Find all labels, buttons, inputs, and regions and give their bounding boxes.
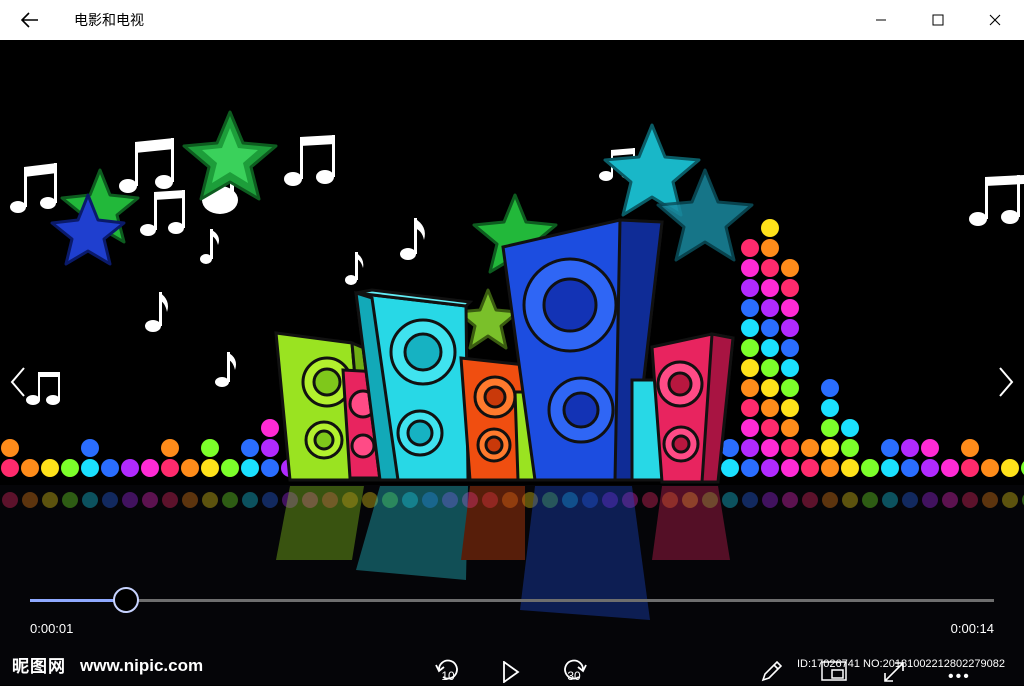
close-button[interactable] bbox=[967, 0, 1023, 40]
watermark-site: www.nipic.com bbox=[80, 656, 204, 675]
more-icon[interactable]: ••• bbox=[948, 668, 971, 686]
skip-forward-button[interactable]: 30 bbox=[546, 644, 602, 685]
skip-forward-label: 30 bbox=[567, 669, 581, 683]
title-bar: 电影和电视 bbox=[0, 0, 1024, 40]
duration-time: 0:00:14 bbox=[950, 621, 994, 636]
seek-bar-fill bbox=[30, 599, 127, 602]
back-button[interactable] bbox=[14, 6, 46, 34]
close-icon bbox=[989, 14, 1001, 26]
current-time: 0:00:01 bbox=[30, 621, 74, 636]
pencil-icon bbox=[761, 660, 783, 682]
skip-back-label: 10 bbox=[441, 669, 455, 683]
edit-button[interactable] bbox=[744, 644, 800, 685]
video-frame bbox=[0, 40, 1024, 685]
maximize-icon bbox=[932, 14, 944, 26]
minimize-button[interactable] bbox=[853, 0, 909, 40]
watermark-logo: 昵图网 bbox=[12, 657, 66, 676]
watermark-id: ID:17026741 NO:20181002212802279082 bbox=[797, 658, 1005, 670]
previous-button[interactable] bbox=[4, 358, 32, 406]
skip-back-button[interactable]: 10 bbox=[420, 644, 476, 685]
next-button[interactable] bbox=[992, 358, 1020, 406]
seek-bar[interactable] bbox=[30, 587, 994, 613]
chevron-right-icon bbox=[999, 367, 1014, 397]
chevron-left-icon bbox=[10, 367, 25, 397]
minimize-icon bbox=[876, 19, 886, 21]
maximize-button[interactable] bbox=[910, 0, 966, 40]
back-arrow-icon bbox=[21, 12, 38, 28]
play-button[interactable] bbox=[483, 644, 539, 685]
app-title: 电影和电视 bbox=[74, 12, 144, 28]
play-icon bbox=[503, 661, 520, 683]
video-surface[interactable] bbox=[0, 40, 1024, 685]
